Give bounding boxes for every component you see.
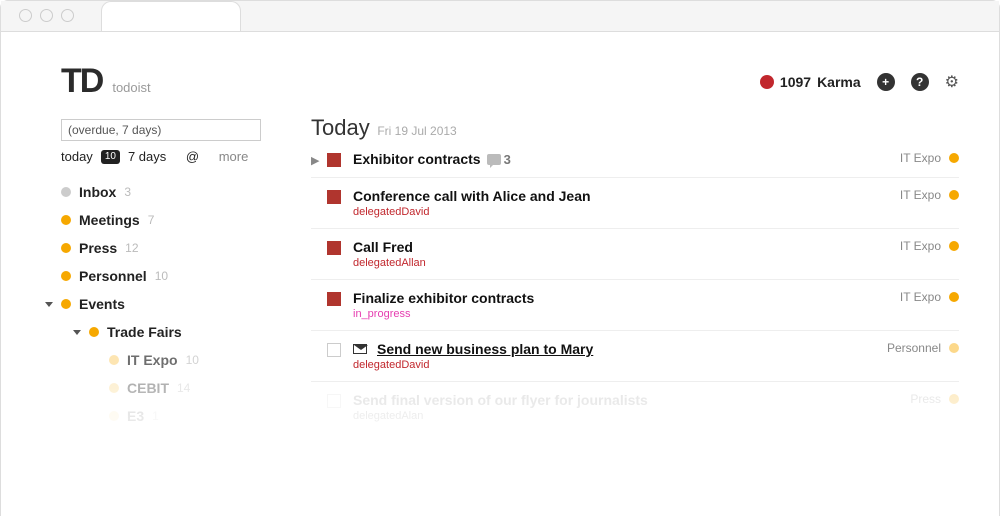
task-title: Finalize exhibitor contracts [353, 290, 534, 306]
task-title: Call Fred [353, 239, 413, 255]
filter-input[interactable]: (overdue, 7 days) [61, 119, 261, 141]
task-title: Send new business plan to Mary [377, 341, 593, 357]
task-project[interactable]: IT Expo [900, 290, 941, 304]
karma-icon [760, 75, 774, 89]
page-title: Today [311, 115, 370, 141]
project-color-icon [61, 243, 71, 253]
project-color-icon [61, 187, 71, 197]
task-label[interactable]: delegatedDavid [353, 359, 887, 371]
view-labels[interactable]: @ [186, 149, 199, 164]
project-color-icon [89, 327, 99, 337]
task-project[interactable]: IT Expo [900, 188, 941, 202]
task-project[interactable]: Press [910, 392, 941, 406]
project-color-icon [949, 190, 959, 200]
task-checkbox[interactable] [327, 394, 341, 408]
task-project[interactable]: IT Expo [900, 239, 941, 253]
sidebar-item-inbox[interactable]: Inbox 3 [61, 178, 271, 206]
task-title: Exhibitor contracts [353, 151, 481, 167]
task-label[interactable]: delegatedAllan [353, 257, 900, 269]
sidebar-item-e3[interactable]: E3 1 [61, 402, 271, 430]
view-today[interactable]: today [61, 149, 93, 164]
task-project[interactable]: Personnel [887, 341, 941, 355]
task-title: Send final version of our flyer for jour… [353, 392, 648, 408]
sidebar-item-press[interactable]: Press 12 [61, 234, 271, 262]
view-more[interactable]: more [219, 149, 249, 164]
project-color-icon [949, 292, 959, 302]
task-row[interactable]: Conference call with Alice and Jean dele… [311, 178, 959, 229]
window-close-icon[interactable] [19, 9, 32, 22]
project-color-icon [949, 241, 959, 251]
task-project[interactable]: IT Expo [900, 151, 941, 165]
sidebar-item-personnel[interactable]: Personnel 10 [61, 262, 271, 290]
browser-tab[interactable] [101, 1, 241, 31]
page-date: Fri 19 Jul 2013 [377, 124, 456, 138]
task-row[interactable]: Call Fred delegatedAllan IT Expo [311, 229, 959, 280]
add-button[interactable]: + [877, 73, 895, 91]
window-max-icon[interactable] [61, 9, 74, 22]
task-checkbox[interactable] [327, 190, 341, 204]
view-today-count: 10 [101, 150, 120, 164]
project-color-icon [109, 355, 119, 365]
task-row[interactable]: Finalize exhibitor contracts in_progress… [311, 280, 959, 331]
project-color-icon [109, 383, 119, 393]
task-label[interactable]: delegatedDavid [353, 206, 900, 218]
karma-indicator[interactable]: 1097 Karma [760, 74, 861, 90]
task-checkbox[interactable] [327, 241, 341, 255]
browser-tabbar [1, 1, 999, 31]
sidebar-item-itexpo[interactable]: IT Expo 10 [61, 346, 271, 374]
task-row[interactable]: Send new business plan to Mary delegated… [311, 331, 959, 382]
task-checkbox[interactable] [327, 343, 341, 357]
project-color-icon [949, 394, 959, 404]
sidebar-item-cebit[interactable]: CEBIT 14 [61, 374, 271, 402]
task-title: Conference call with Alice and Jean [353, 188, 591, 204]
sidebar-item-events[interactable]: Events [61, 290, 271, 318]
gear-icon[interactable]: ⚙ [945, 72, 959, 92]
chevron-down-icon[interactable] [73, 330, 81, 335]
chevron-down-icon[interactable] [45, 302, 53, 307]
project-color-icon [949, 153, 959, 163]
task-label[interactable]: delegatedAlan [353, 410, 910, 422]
comment-icon [487, 154, 501, 165]
window-min-icon[interactable] [40, 9, 53, 22]
logo-mark: TD [61, 62, 102, 101]
project-color-icon [61, 215, 71, 225]
project-color-icon [61, 299, 71, 309]
task-label[interactable]: in_progress [353, 308, 900, 320]
project-color-icon [109, 411, 119, 421]
project-color-icon [61, 271, 71, 281]
help-button[interactable]: ? [911, 73, 929, 91]
karma-label: Karma [817, 74, 861, 90]
logo-text: todoist [112, 80, 150, 95]
task-checkbox[interactable] [327, 153, 341, 167]
project-list: Inbox 3 Meetings 7 Press 12 [61, 178, 271, 430]
view-7days[interactable]: 7 days [128, 149, 166, 164]
sidebar-item-tradefairs[interactable]: Trade Fairs [61, 318, 271, 346]
expand-icon[interactable]: ▶ [311, 154, 327, 167]
sidebar-item-meetings[interactable]: Meetings 7 [61, 206, 271, 234]
app-logo[interactable]: TD todoist [61, 62, 151, 101]
task-row[interactable]: Send final version of our flyer for jour… [311, 382, 959, 432]
project-color-icon [949, 343, 959, 353]
karma-value: 1097 [780, 74, 811, 90]
task-row[interactable]: ▶ Exhibitor contracts 3 IT Expo [311, 141, 959, 178]
task-checkbox[interactable] [327, 292, 341, 306]
comments-chip[interactable]: 3 [487, 152, 511, 167]
mail-icon [353, 344, 367, 354]
